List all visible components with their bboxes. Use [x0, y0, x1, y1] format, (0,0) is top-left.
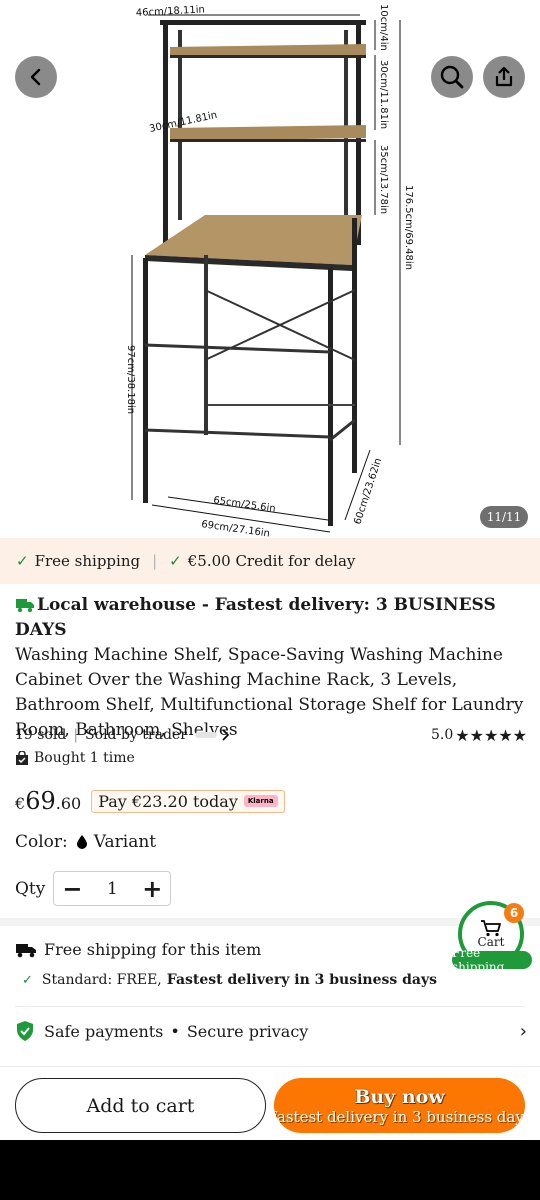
quantity-row: Qty − 1 + [15, 871, 172, 906]
star-rating-icon: ★★★★★ [455, 725, 527, 745]
image-counter: 11/11 [480, 506, 528, 528]
check-icon: ✓ [169, 552, 182, 570]
decrease-button[interactable]: − [61, 877, 83, 901]
share-button[interactable] [483, 56, 525, 98]
safe-payments-row[interactable]: Safe payments • Secure privacy › [15, 1016, 527, 1046]
buy-now-button[interactable]: Buy now Fastest delivery in 3 business d… [274, 1078, 525, 1133]
warehouse-truck-icon [16, 599, 34, 613]
price-row: €69.60 Pay €23.20 today Klarna [15, 786, 285, 816]
color-drop-icon [76, 835, 87, 849]
dim-depth: 60cm/23.62in [352, 457, 384, 526]
meta-separator: | [73, 727, 79, 743]
quantity-value[interactable]: 1 [107, 879, 118, 899]
quantity-stepper[interactable]: − 1 + [53, 871, 172, 906]
search-icon [440, 65, 464, 89]
credit-delay-label: €5.00 Credit for delay [187, 552, 356, 570]
dim-outer-width: 69cm/27.16in [201, 519, 271, 538]
dim-total-height: 176.5cm/69.48in [403, 185, 414, 270]
price-integer: 69 [25, 787, 56, 815]
sold-count: 19 sold [15, 727, 67, 743]
dim-shelf-gap-2: 35cm/13.78in [378, 145, 389, 214]
cart-free-shipping-pill: Free shipping [452, 946, 532, 974]
dim-top-gap: 10cm/4in [378, 4, 389, 51]
shipping-title-text: Free shipping for this item [44, 940, 262, 959]
shipping-title[interactable]: Free shipping for this item [15, 940, 261, 959]
product-image-gallery[interactable]: 46cm/18.11in 10cm/4in 30cm/11.81in 35cm/… [0, 0, 540, 538]
shipping-standard: ✓ Standard: FREE, Fastest delivery in 3 … [22, 972, 437, 988]
dim-inner-width: 65cm/25.6in [213, 495, 277, 515]
secure-privacy-text: Secure privacy [186, 1021, 309, 1041]
floating-cart-button[interactable]: Cart 6 Free shipping [452, 899, 532, 974]
truck-icon [16, 943, 36, 957]
color-value: Variant [93, 832, 157, 852]
standard-free-text: Standard: FREE, [41, 972, 162, 988]
price-decimal: .60 [55, 794, 82, 813]
check-icon: ✓ [16, 552, 29, 570]
divider [15, 1006, 525, 1007]
dim-top-width: 46cm/18.11in [136, 4, 206, 19]
dim-shelf-gap-1: 30cm/11.81in [378, 60, 389, 129]
rating[interactable]: 5.0 ★★★★★ [431, 726, 527, 745]
pay-today-text: Pay €23.20 today [98, 791, 238, 811]
bought-count: Bought 1 time [15, 750, 135, 766]
share-icon [495, 66, 513, 87]
check-icon: ✓ [22, 972, 33, 988]
price: €69.60 [15, 787, 81, 815]
klarna-pay-today[interactable]: Pay €23.20 today Klarna [91, 789, 285, 813]
chevron-left-icon [30, 68, 41, 86]
color-label: Color: [15, 832, 68, 852]
search-button[interactable] [431, 56, 473, 98]
color-selector[interactable]: Color: Variant [15, 832, 156, 852]
rating-value: 5.0 [431, 727, 454, 743]
buy-now-subtitle: Fastest delivery in 3 business days [274, 1107, 525, 1126]
product-page: 46cm/18.11in 10cm/4in 30cm/11.81in 35cm/… [0, 0, 540, 1140]
banner-separator: | [152, 552, 158, 570]
increase-button[interactable]: + [141, 877, 163, 901]
dim-lower-height: 97cm/38.18in [125, 345, 136, 414]
shopping-bag-icon [16, 750, 28, 765]
buy-now-label: Buy now [354, 1085, 445, 1108]
chevron-right-icon[interactable] [221, 729, 229, 741]
seller-logo [194, 732, 217, 738]
chevron-right-icon: › [519, 1020, 527, 1042]
cart-count-badge: 6 [504, 903, 524, 923]
back-button[interactable] [15, 56, 57, 98]
bottom-action-bar: Add to cart Buy now Fastest delivery in … [0, 1066, 540, 1140]
safe-payments-text: Safe payments [44, 1021, 164, 1041]
bought-text: Bought 1 time [34, 750, 135, 766]
klarna-logo: Klarna [243, 795, 278, 807]
add-to-cart-button[interactable]: Add to cart [15, 1078, 266, 1133]
qty-label: Qty [15, 878, 46, 899]
bullet-separator: • [170, 1021, 180, 1041]
free-shipping-label: Free shipping [34, 552, 141, 570]
product-title: Local warehouse - Fastest delivery: 3 BU… [15, 593, 530, 743]
fastest-delivery-text: Fastest delivery in 3 business days [166, 972, 438, 988]
price-currency: € [15, 794, 26, 813]
shield-icon [17, 1021, 33, 1041]
local-warehouse-label: Local warehouse - Fastest delivery: 3 BU… [15, 595, 496, 640]
seller-link[interactable]: Sold by trader [85, 727, 187, 743]
product-meta-row: 19 sold | Sold by trader 5.0 ★★★★★ [15, 724, 527, 746]
shipping-banner[interactable]: ✓ Free shipping | ✓ €5.00 Credit for del… [0, 538, 540, 584]
